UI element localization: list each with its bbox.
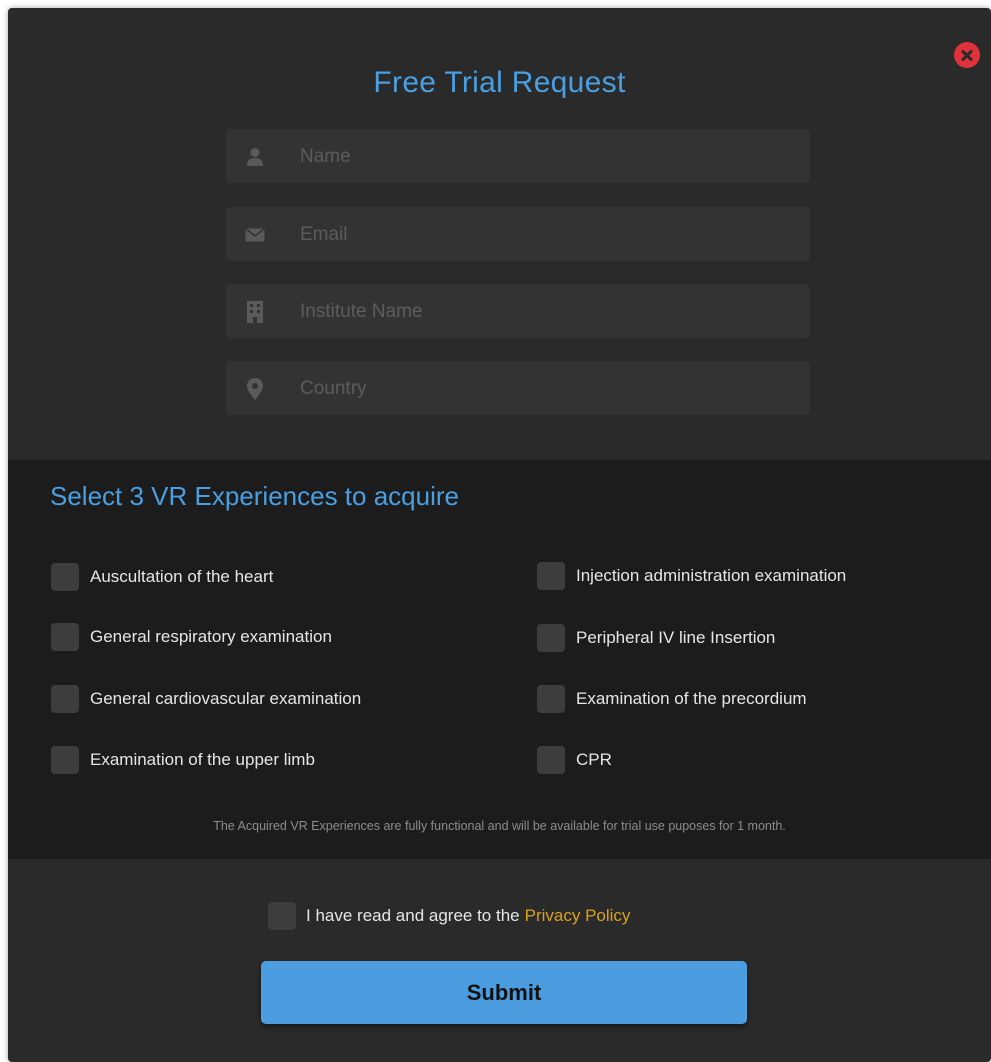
envelope-icon — [244, 224, 266, 246]
agree-checkbox[interactable] — [268, 902, 296, 930]
free-trial-modal: Free Trial Request Name Email Institute … — [8, 8, 991, 1062]
checkbox[interactable] — [537, 685, 565, 713]
option-auscultation-heart[interactable]: Auscultation of the heart — [51, 563, 273, 591]
experiences-title: Select 3 VR Experiences to acquire — [50, 481, 459, 511]
checkbox[interactable] — [537, 624, 565, 652]
modal-title: Free Trial Request — [373, 66, 626, 99]
option-respiratory-examination[interactable]: General respiratory examination — [51, 623, 332, 651]
checkbox[interactable] — [51, 746, 79, 774]
privacy-policy-link[interactable]: Privacy Policy — [525, 906, 631, 926]
email-field[interactable] — [226, 207, 810, 263]
privacy-agreement[interactable]: I have read and agree to the Privacy Pol… — [268, 902, 630, 930]
institute-field[interactable] — [226, 284, 810, 340]
close-icon[interactable] — [954, 42, 980, 68]
checkbox[interactable] — [537, 746, 565, 774]
option-precordium-examination[interactable]: Examination of the precordium — [537, 685, 807, 713]
checkbox[interactable] — [51, 623, 79, 651]
country-field[interactable] — [226, 361, 810, 417]
option-injection-administration[interactable]: Injection administration examination — [537, 562, 846, 590]
trial-disclaimer: The Acquired VR Experiences are fully fu… — [213, 819, 786, 833]
institute-input[interactable] — [298, 284, 792, 340]
country-input[interactable] — [298, 361, 792, 417]
experiences-section — [8, 460, 991, 859]
user-icon — [244, 146, 266, 168]
agree-text: I have read and agree to the — [306, 906, 520, 925]
option-upper-limb-examination[interactable]: Examination of the upper limb — [51, 746, 315, 774]
name-field[interactable] — [226, 129, 810, 185]
option-cpr[interactable]: CPR — [537, 746, 612, 774]
checkbox[interactable] — [51, 685, 79, 713]
name-input[interactable] — [298, 129, 792, 185]
checkbox[interactable] — [537, 562, 565, 590]
email-input[interactable] — [298, 207, 792, 263]
building-icon — [244, 301, 266, 323]
map-pin-icon — [244, 378, 266, 400]
checkbox[interactable] — [51, 563, 79, 591]
option-peripheral-iv-insertion[interactable]: Peripheral IV line Insertion — [537, 624, 775, 652]
submit-button[interactable]: Submit — [261, 961, 747, 1024]
option-cardiovascular-examination[interactable]: General cardiovascular examination — [51, 685, 361, 713]
